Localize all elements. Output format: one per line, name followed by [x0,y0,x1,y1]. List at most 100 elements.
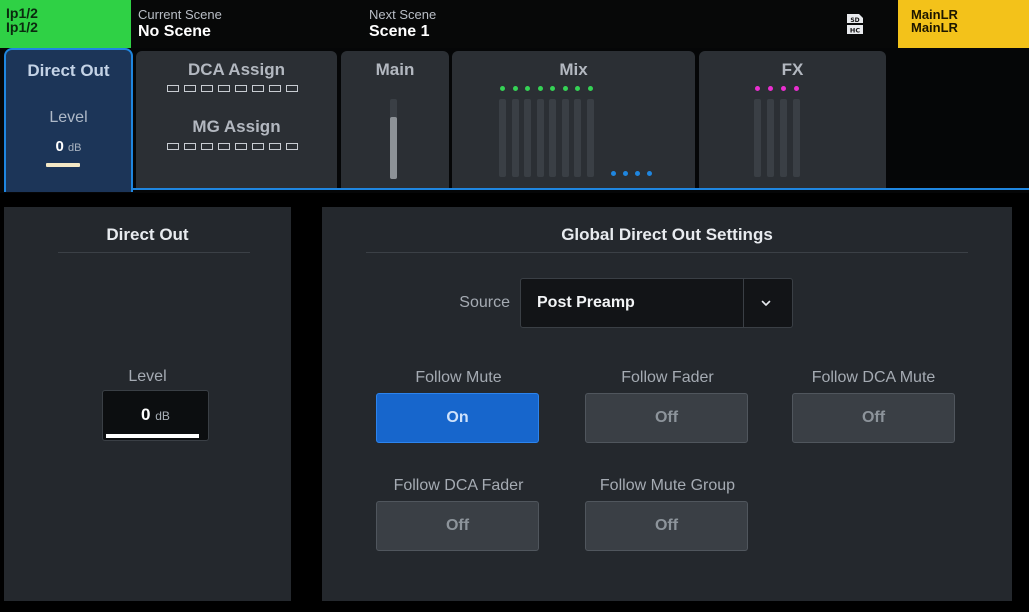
direct-out-level-label: Level [128,368,167,385]
tab-level-bar [46,163,80,167]
tab-direct-out[interactable]: Direct Out Level 0 dB [4,48,133,192]
tab-level-value: 0 dB [6,138,131,155]
mg-assign-slot [286,143,298,150]
tab-level-label: Level [49,109,88,126]
mix-meter-bar [536,99,544,177]
follow-mute-group-label: Follow Mute Group [599,477,736,494]
sd-card-icon: SD HC [847,14,863,35]
channel-badge[interactable]: Ip1/2 Ip1/2 [0,0,131,48]
mg-assign-slot [218,143,230,150]
tab-mix-title: Mix [559,60,588,79]
mg-assign-slots [167,143,298,150]
dca-assign-slot [269,85,281,92]
divider [58,252,250,253]
tab-level-number: 0 [55,138,64,155]
mix-green-indicator-dot [562,86,568,91]
fx-magenta-indicator-dot [755,86,760,91]
next-scene[interactable]: Next Scene Scene 1 [369,8,436,42]
svg-text:SD: SD [850,17,859,24]
mix-meter-bar [574,99,581,177]
follow-fader-label: Follow Fader [621,369,714,386]
dropdown-divider [743,279,744,327]
chevron-down-icon [761,300,771,306]
mix-green-indicator-dot [537,86,543,91]
mix-green-indicator-dot [525,86,530,91]
tab-fx-title: FX [781,60,804,79]
tab-mg-assign-title: MG Assign [192,117,281,136]
mix-meter-bar [511,99,519,177]
mix-blue-indicator-dot [647,171,652,176]
source-dropdown[interactable]: Post Preamp [520,278,793,328]
follow-dca-mute-label: Follow DCA Mute [811,369,936,386]
mg-assign-slot [201,143,213,150]
global-panel-title: Global Direct Out Settings [561,225,773,244]
mix-green-indicator-dot [587,86,593,91]
direct-out-level-readout: 0 dB [103,405,208,425]
tab-direct-out-title: Direct Out [27,61,110,80]
channel-name-top: Ip1/2 [6,5,38,21]
current-scene-label: Current Scene [138,7,222,22]
fx-magenta-indicator-dot [794,86,799,91]
follow-dca-fader-toggle[interactable]: Off [376,501,539,551]
direct-out-level-field[interactable]: 0 dB [102,390,209,441]
mix-meter-bar [549,99,556,177]
top-status-bar: Ip1/2 Ip1/2 Current Scene No Scene Next … [0,0,1029,48]
direct-out-level-bar [106,434,199,438]
follow-mute-label: Follow Mute [415,369,502,386]
tab-fx[interactable]: FX [699,51,886,188]
fx-magenta-indicator-dot [781,86,786,91]
next-scene-value: Scene 1 [369,23,430,40]
main-meter-fill [390,116,397,179]
direct-out-level-number: 0 [141,405,151,424]
tab-underline [130,188,1029,190]
direct-out-level-unit: dB [155,409,170,423]
mix-green-indicator-dot [550,86,555,91]
dca-assign-slots [167,85,298,92]
mix-blue-indicator-dot [623,171,628,176]
next-scene-label: Next Scene [369,7,437,22]
tab-mix[interactable]: Mix [452,51,695,188]
fx-meter-bar [767,99,774,177]
fx-meter-bar [754,99,761,177]
mg-assign-slot [235,143,247,150]
dca-assign-slot [167,85,179,92]
mix-green-indicator-dot [500,86,505,91]
dca-assign-slot [235,85,247,92]
mix-meter-bar [561,99,569,177]
main-meter [390,99,397,179]
mix-green-indicator-dot [512,86,518,91]
direct-out-panel-title: Direct Out [106,225,189,244]
mix-badge[interactable]: MainLR MainLR [898,0,1029,48]
dca-assign-slot [218,85,230,92]
fx-magenta-indicator-dot [768,86,773,91]
mix-meter-bar [499,99,506,177]
fx-meter-bar [780,99,787,177]
dca-assign-slot [252,85,264,92]
dca-assign-slot [201,85,213,92]
tab-main[interactable]: Main [341,51,449,188]
current-scene-value: No Scene [138,23,211,40]
channel-name-bottom: Ip1/2 [6,19,38,35]
mix-blue-indicator-dot [611,171,616,176]
tab-dca-assign-title: DCA Assign [188,60,285,79]
mg-assign-slot [252,143,264,150]
mg-assign-slot [167,143,179,150]
divider [366,252,968,253]
mix-green-indicator-dot [575,86,580,91]
tab-main-title: Main [375,60,415,79]
tab-level-unit: dB [68,142,82,154]
mix-meter-bar [524,99,531,177]
source-label: Source [459,294,510,311]
follow-fader-toggle[interactable]: Off [585,393,748,443]
mix-meter-bar [586,99,594,177]
follow-dca-mute-toggle[interactable]: Off [792,393,955,443]
dca-assign-slot [184,85,196,92]
tab-dca-mg-assign[interactable]: DCA Assign MG Assign [136,51,337,188]
mix-blue-indicator-dot [635,171,640,176]
current-scene[interactable]: Current Scene No Scene [138,8,222,42]
svg-text:HC: HC [850,27,860,35]
source-value: Post Preamp [537,294,635,311]
follow-mute-group-toggle[interactable]: Off [585,501,748,551]
mg-assign-slot [269,143,281,150]
follow-mute-toggle[interactable]: On [376,393,539,443]
